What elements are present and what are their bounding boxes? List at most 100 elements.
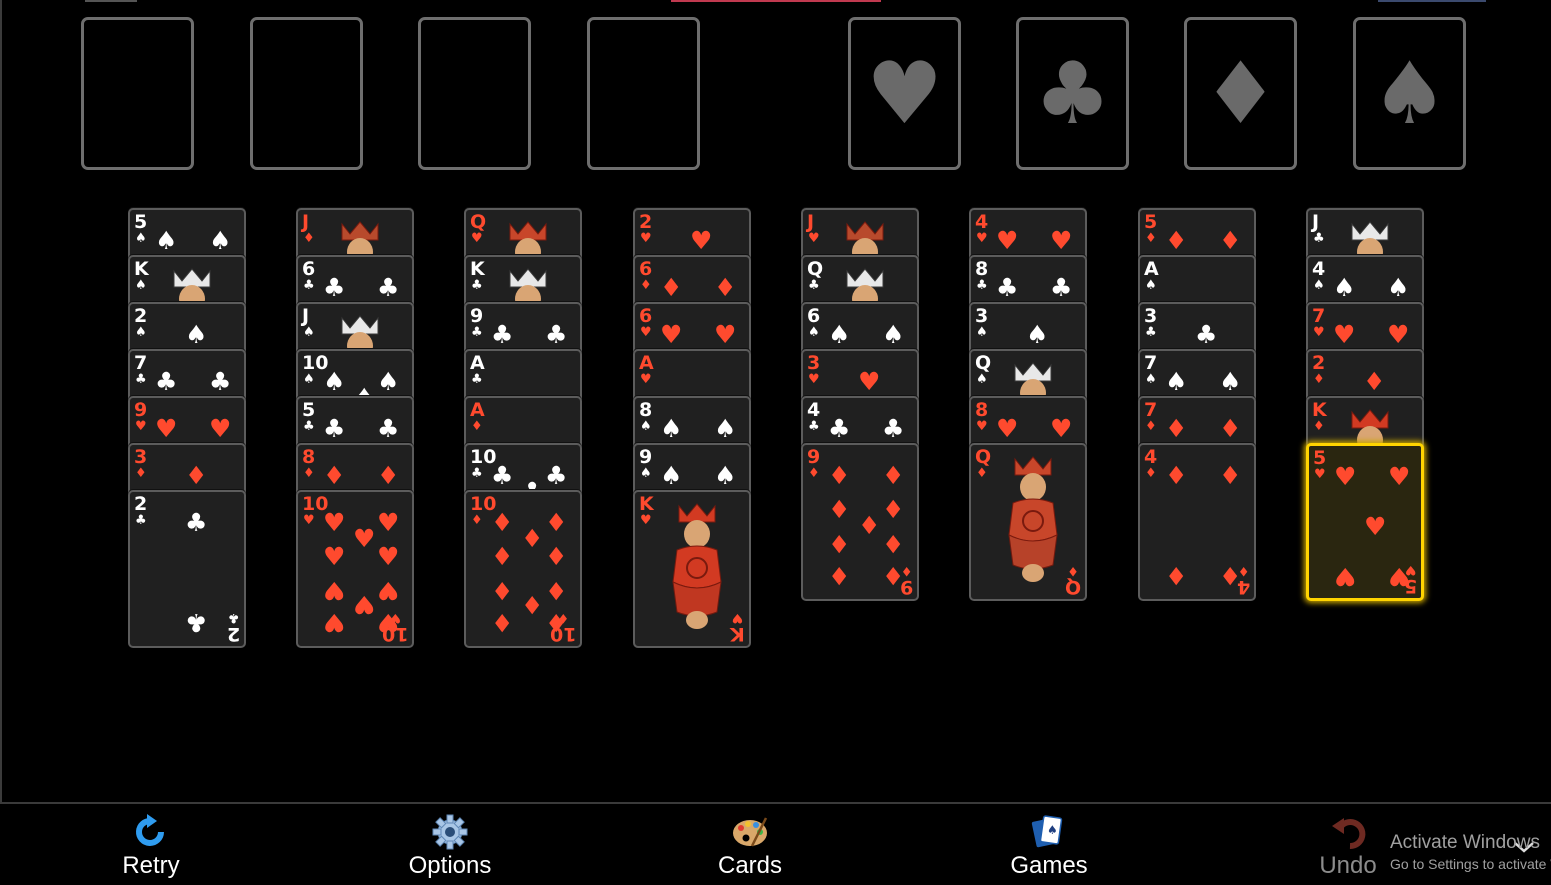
card-pip: ♦: [828, 529, 851, 558]
spade-icon: ♠: [976, 372, 988, 387]
foundation-diamonds[interactable]: ♦: [1184, 17, 1297, 170]
spade-icon: ♠: [640, 466, 652, 481]
face-card-portrait: [672, 503, 722, 629]
card-pip: ♥: [996, 226, 1019, 255]
card-rank: A: [639, 352, 654, 374]
options-button[interactable]: Options: [375, 812, 525, 884]
freecell-2[interactable]: [250, 17, 363, 170]
games-button[interactable]: ♠ Games: [974, 812, 1124, 884]
card-rank: J: [302, 211, 310, 233]
retry-button[interactable]: Retry: [76, 812, 226, 884]
freecell-1[interactable]: [81, 17, 194, 170]
diamond-icon: ♦: [471, 419, 483, 434]
retry-icon: [136, 814, 164, 846]
card-rank: A: [470, 352, 485, 374]
card-rank: 7: [1312, 305, 1326, 327]
face-card-portrait: [1008, 456, 1058, 582]
card-4-of-diamonds[interactable]: 4 ♦ ♦ ♦ ♦ ♦ 4 ♦: [1138, 443, 1256, 601]
card-rank: 3: [807, 352, 821, 374]
cards-button[interactable]: Cards: [675, 812, 825, 884]
card-pip: ♥: [377, 576, 400, 605]
card-rank: 8: [639, 399, 653, 421]
card-rank: 7: [1144, 352, 1158, 374]
club-icon: ♣: [303, 278, 315, 293]
card-pip: ♦: [323, 461, 346, 490]
card-corner-bottom: 2 ♣: [226, 610, 240, 645]
card-pip: ♥: [1050, 414, 1073, 443]
card-pip: ♠: [185, 320, 208, 349]
card-pip: ♠: [1333, 273, 1356, 302]
card-pip: ♣: [1195, 320, 1218, 349]
card-pip: ♥: [323, 576, 346, 605]
card-2-of-clubs[interactable]: 2 ♣ ♣ ♣ 2 ♣: [128, 490, 246, 648]
card-pip: ♥: [353, 590, 376, 619]
card-rank: 5: [134, 211, 148, 233]
foundation-clubs[interactable]: ♣: [1016, 17, 1129, 170]
heart-icon: ♥: [808, 372, 820, 387]
card-pip: ♦: [1165, 414, 1188, 443]
card-pip: ♣: [209, 367, 232, 396]
foundation-hearts[interactable]: ♥: [848, 17, 961, 170]
activate-windows-watermark: Activate Windows Go to Settings to activ…: [1390, 832, 1551, 872]
card-pip: ♥: [660, 320, 683, 349]
card-rank: 3: [1144, 305, 1158, 327]
card-pip: ♥: [155, 414, 178, 443]
card-pip: ♣: [828, 414, 851, 443]
card-10-of-diamonds[interactable]: 10 ♦ ♦ ♦ ♦ ♦ ♦ ♦ ♦ ♦ ♦ ♦ 10 ♦: [464, 490, 582, 648]
card-pip: ♦: [491, 542, 514, 571]
card-pip: ♥: [377, 508, 400, 537]
card-10-of-hearts[interactable]: 10 ♥ ♥ ♥ ♥ ♥ ♥ ♥ ♥ ♥ ♥ ♥ 10 ♥: [296, 490, 414, 648]
card-pip: ♦: [1165, 561, 1188, 590]
card-pip: ♦: [377, 461, 400, 490]
club-icon: ♣: [135, 372, 147, 387]
diamond-icon: ♦: [640, 278, 652, 293]
card-pip: ♥: [1388, 462, 1411, 491]
card-rank: K: [639, 493, 654, 515]
card-pip: ♠: [377, 367, 400, 396]
card-pip: ♦: [521, 524, 544, 553]
card-9-of-diamonds[interactable]: 9 ♦ ♦ ♦ ♦ ♦ ♦ ♦ ♦ ♦ ♦ 9 ♦: [801, 443, 919, 601]
card-rank: Q: [975, 352, 992, 374]
card-pip: ♦: [491, 608, 514, 637]
top-accent-bar: [671, 0, 881, 2]
club-icon: ♣: [471, 466, 483, 481]
heart-icon: ♥: [865, 43, 944, 144]
card-rank: 6: [639, 305, 653, 327]
card-corner-bottom: 5 ♥: [1403, 562, 1417, 597]
diamond-icon: ♦: [1145, 466, 1157, 481]
card-corner-bottom: 10 ♦: [549, 610, 576, 645]
card-q-of-diamonds[interactable]: Q ♦ Q ♦: [969, 443, 1087, 601]
card-pip: ♦: [882, 461, 905, 490]
card-rank: 6: [807, 305, 821, 327]
svg-text:♠: ♠: [1047, 823, 1058, 837]
freecell-4[interactable]: [587, 17, 700, 170]
card-rank: 9: [639, 446, 653, 468]
club-icon: ♣: [135, 513, 147, 528]
card-pip: ♣: [185, 608, 208, 637]
retry-label: Retry: [122, 852, 180, 879]
card-pip: ♥: [323, 608, 346, 637]
card-rank: 7: [134, 352, 148, 374]
spade-icon: ♠: [808, 325, 820, 340]
card-pip: ♦: [828, 561, 851, 590]
card-pip: ♣: [155, 367, 178, 396]
card-pip: ♣: [882, 414, 905, 443]
card-rank: A: [470, 399, 485, 421]
cards-deck-icon: ♠: [1031, 815, 1063, 848]
card-rank: J: [807, 211, 815, 233]
card-rank: 9: [807, 446, 821, 468]
diamond-icon: ♦: [1313, 419, 1325, 434]
card-pip: ♣: [377, 414, 400, 443]
card-pip: ♦: [1219, 461, 1242, 490]
card-rank: A: [1144, 258, 1159, 280]
card-rank: 5: [302, 399, 316, 421]
card-5-of-hearts[interactable]: 5 ♥ ♥ ♥ ♥ ♥ ♥ 5 ♥: [1306, 443, 1424, 601]
club-icon: ♣: [1145, 325, 1157, 340]
freecell-3[interactable]: [418, 17, 531, 170]
foundation-spades[interactable]: ♠: [1353, 17, 1466, 170]
card-k-of-hearts[interactable]: K ♥ K ♥: [633, 490, 751, 648]
undo-icon: [1332, 818, 1366, 850]
card-pip: ♥: [1050, 226, 1073, 255]
card-rank: Q: [975, 446, 992, 468]
card-pip: ♥: [1364, 512, 1387, 541]
